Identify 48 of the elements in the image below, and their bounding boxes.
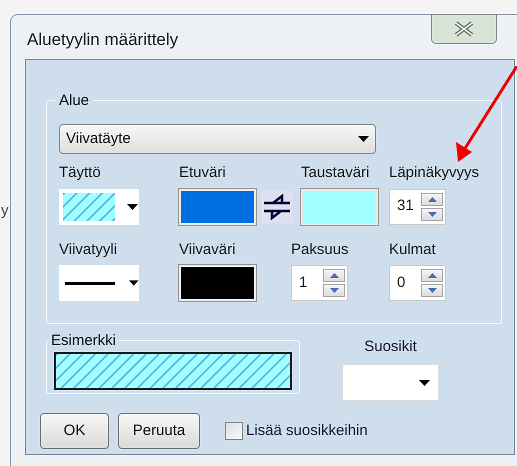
checkbox-label: Lisää suosikkeihin (246, 420, 368, 441)
favorites-label: Suosikit (364, 336, 417, 356)
solid-line-icon (65, 282, 116, 284)
color-swatch[interactable] (301, 188, 378, 224)
field-label: Etuväri (179, 163, 226, 183)
color-swatch[interactable] (179, 188, 256, 224)
dialog-button[interactable]: OK (40, 413, 109, 449)
up-arrow-icon (428, 196, 436, 202)
spin-up-button[interactable] (421, 269, 443, 282)
color-swatch[interactable] (179, 265, 256, 301)
spin-down-button[interactable] (421, 284, 443, 297)
spin-up-button[interactable] (421, 192, 443, 206)
up-arrow-icon (330, 273, 338, 278)
group-legend: Alue (55, 90, 94, 112)
field-label: Viivatyyli (59, 240, 118, 260)
spin-up-button[interactable] (323, 269, 345, 282)
up-arrow-icon (428, 273, 436, 278)
down-arrow-icon (330, 288, 338, 293)
number-spinner[interactable]: 31 (389, 188, 446, 224)
checkbox[interactable] (225, 422, 243, 440)
close-icon (453, 21, 475, 37)
number-spinner[interactable]: 1 (291, 265, 348, 301)
hatch-pattern-icon (54, 352, 292, 390)
field-label: Viivaväri (179, 240, 236, 260)
caret-icon (127, 204, 138, 210)
field-label: Kulmat (389, 240, 436, 260)
down-arrow-icon (428, 212, 436, 216)
line-style-dropdown[interactable] (59, 265, 139, 301)
group-legend: Esimerkki (48, 330, 120, 352)
caret-icon (129, 280, 139, 286)
close-button[interactable] (431, 14, 497, 44)
field-label: Täyttö (59, 163, 101, 183)
spin-down-button[interactable] (323, 284, 345, 297)
fill-type-dropdown[interactable]: Viivatäyte (59, 124, 376, 154)
caret-icon (419, 380, 430, 386)
hatch-pattern-icon (63, 192, 115, 220)
spin-down-button[interactable] (421, 208, 443, 220)
background-text: y (1, 201, 8, 221)
dialog-button[interactable]: Peruuta (118, 413, 200, 449)
field-label: Läpinäkyvyys (389, 163, 480, 183)
caret-icon (358, 136, 369, 142)
field-label: Taustaväri (301, 163, 370, 183)
swap-colors-icon[interactable] (261, 190, 293, 222)
number-spinner[interactable]: 0 (389, 265, 446, 301)
down-arrow-icon (428, 288, 436, 293)
field-label: Paksuus (291, 240, 349, 260)
window-title: Aluetyylin määrittely (27, 29, 178, 51)
fill-pattern-dropdown[interactable] (59, 188, 139, 224)
